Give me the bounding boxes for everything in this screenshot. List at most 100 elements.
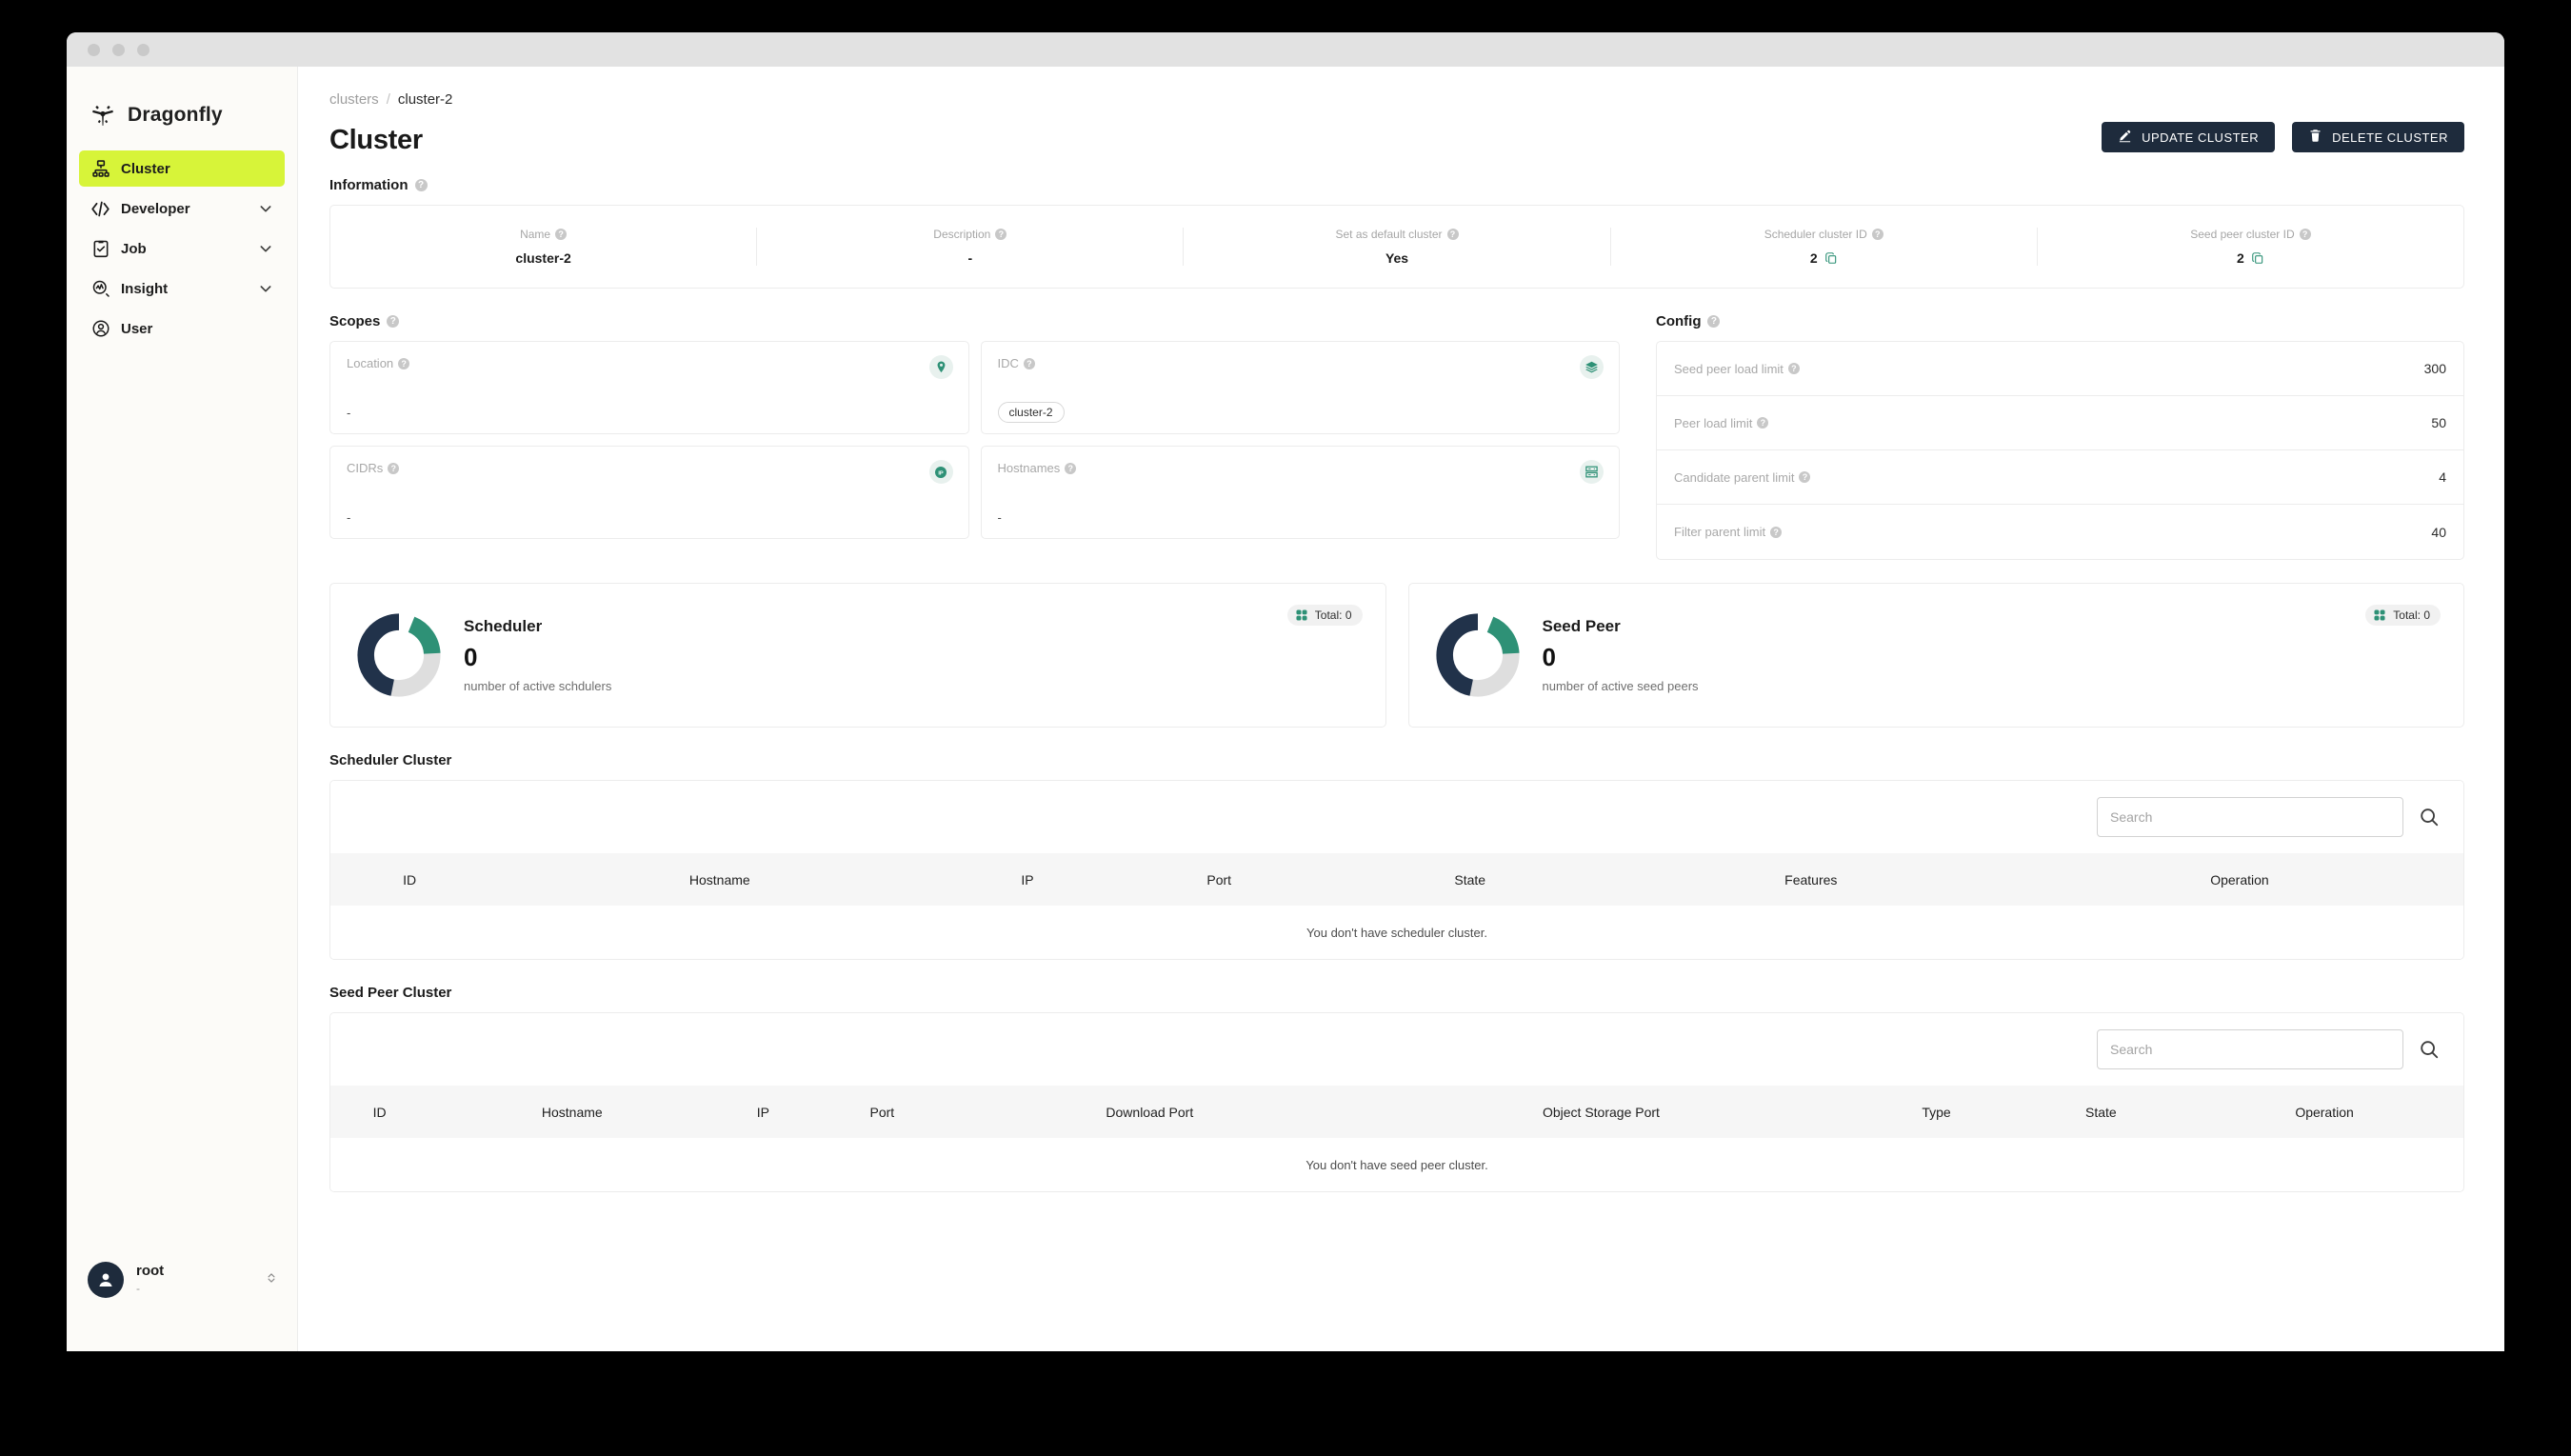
help-icon[interactable]: ? [1707,315,1721,328]
column-header-state[interactable]: State [1334,853,1606,906]
user-icon [90,319,110,339]
column-header-id[interactable]: ID [330,853,488,906]
scopes-label-text: Scopes [329,313,381,329]
column-header-id[interactable]: ID [330,1086,428,1138]
config-label: Candidate parent limit ? [1674,470,1811,485]
seed-peer-stat-card: Seed Peer 0 number of active seed peers [1407,583,2464,728]
config-label-text: Filter parent limit [1674,525,1766,539]
scheduler-search-input[interactable] [2097,797,2403,837]
sidebar-item-label: User [121,320,153,337]
config-card: Seed peer load limit ? 300 Peer load lim… [1656,341,2464,560]
page-title: Cluster [329,125,423,155]
help-icon[interactable]: ? [1787,363,1800,374]
seed-peer-cluster-section: Seed Peer Cluster Search ID Hostname IP … [329,985,2464,1192]
copy-icon[interactable] [2251,251,2264,265]
expand-selector-icon[interactable] [265,1268,278,1292]
help-icon[interactable]: ? [1770,526,1783,538]
brand[interactable]: Dragonfly [67,67,297,150]
column-header-download-port[interactable]: Download Port [953,1086,1345,1138]
help-icon[interactable]: ? [388,462,400,474]
column-header-port[interactable]: Port [1105,853,1334,906]
scheduler-cluster-section: Scheduler Cluster Search ID Hostname IP … [329,752,2464,960]
info-label: Seed peer cluster ID ? [2047,228,2454,241]
column-header-hostname[interactable]: Hostname [488,853,950,906]
scope-value: - [347,406,351,420]
information-section-label: Information ? [329,177,2464,193]
scheduler-search-button[interactable] [2419,807,2440,828]
seed-peer-search-button[interactable] [2419,1039,2440,1060]
breadcrumb-separator: / [386,91,390,108]
help-icon[interactable]: ? [1871,229,1883,240]
scope-label: Location ? [347,356,952,370]
information-section: Information ? Name ? cluster-2 Descripti… [329,177,2464,289]
help-icon[interactable]: ? [2299,229,2311,240]
info-value: - [967,250,973,266]
user-subtext: - [136,1282,140,1295]
dragonfly-logo-icon [90,103,115,128]
column-header-features[interactable]: Features [1606,853,2016,906]
header-actions: UPDATE CLUSTER DELETE CLUSTER [2102,122,2464,152]
update-cluster-button[interactable]: UPDATE CLUSTER [2102,122,2276,152]
scopes-section-label: Scopes ? [329,313,1620,329]
seed-peer-search-input[interactable] [2097,1029,2403,1069]
help-icon[interactable]: ? [398,357,410,369]
scopes-section: Scopes ? Location ? - IDC ? cluster-2 CI… [329,313,1620,560]
update-cluster-label: UPDATE CLUSTER [2142,130,2260,145]
window-minimize-dot[interactable] [112,43,125,56]
help-icon[interactable]: ? [995,229,1007,240]
column-header-state[interactable]: State [2017,1086,2186,1138]
sidebar-item-user[interactable]: User [79,310,285,347]
window-maximize-dot[interactable] [137,43,149,56]
info-value-wrap: 2 [1621,250,2027,266]
sidebar-user-box[interactable]: root - [67,1262,297,1351]
delete-cluster-button[interactable]: DELETE CLUSTER [2292,122,2464,152]
help-icon[interactable]: ? [387,315,400,328]
sidebar-item-developer[interactable]: Developer [79,190,285,227]
column-header-type[interactable]: Type [1856,1086,2016,1138]
sidebar-item-insight[interactable]: Insight [79,270,285,307]
brand-name: Dragonfly [128,104,223,126]
breadcrumb-clusters-link[interactable]: clusters [329,91,379,108]
column-header-object-storage-port[interactable]: Object Storage Port [1345,1086,1856,1138]
sidebar-item-job[interactable]: Job [79,230,285,267]
breadcrumb: clusters / cluster-2 [329,91,2464,108]
help-icon[interactable]: ? [555,229,568,240]
column-header-port[interactable]: Port [811,1086,954,1138]
config-value: 4 [2439,469,2446,485]
table-empty-row: You don't have scheduler cluster. [330,906,2463,959]
chevron-down-icon [258,241,273,256]
column-header-operation[interactable]: Operation [2016,853,2463,906]
layers-icon [1580,355,1604,379]
column-header-ip[interactable]: IP [950,853,1104,906]
column-header-ip[interactable]: IP [715,1086,810,1138]
idc-chip[interactable]: cluster-2 [997,402,1065,423]
sidebar-item-label: Insight [121,280,169,297]
search-icon [2419,1041,2440,1063]
help-icon[interactable]: ? [1799,471,1811,483]
scope-card-cidrs: CIDRs ? IP - [329,446,969,539]
trash-icon [2308,129,2322,146]
sidebar-item-label: Job [121,240,147,257]
config-label-text: Peer load limit [1674,415,1753,430]
sidebar-item-cluster[interactable]: Cluster [79,150,285,187]
help-icon[interactable]: ? [414,179,428,191]
config-label-text: Seed peer load limit [1674,361,1784,376]
help-icon[interactable]: ? [1023,357,1035,369]
delete-cluster-label: DELETE CLUSTER [2332,130,2448,145]
help-icon[interactable]: ? [1757,417,1769,429]
window-close-dot[interactable] [88,43,100,56]
column-header-hostname[interactable]: Hostname [428,1086,715,1138]
help-icon[interactable]: ? [1065,462,1077,474]
table-header-row: ID Hostname IP Port State Features Opera… [330,853,2463,906]
seed-peer-donut-chart [1434,611,1522,699]
scope-value: - [997,510,1002,525]
seed-peer-cluster-table: ID Hostname IP Port Download Port Object… [330,1086,2463,1191]
copy-icon[interactable] [1824,251,1838,265]
column-header-operation[interactable]: Operation [2185,1086,2463,1138]
scope-card-hostnames: Hostnames ? - [980,446,1620,539]
location-pin-icon [928,355,953,379]
info-cell-seed-peer-cluster-id: Seed peer cluster ID ? 2 [2038,228,2463,266]
table-header-row: ID Hostname IP Port Download Port Object… [330,1086,2463,1138]
help-icon[interactable]: ? [1446,229,1459,240]
cluster-icon [90,159,110,179]
